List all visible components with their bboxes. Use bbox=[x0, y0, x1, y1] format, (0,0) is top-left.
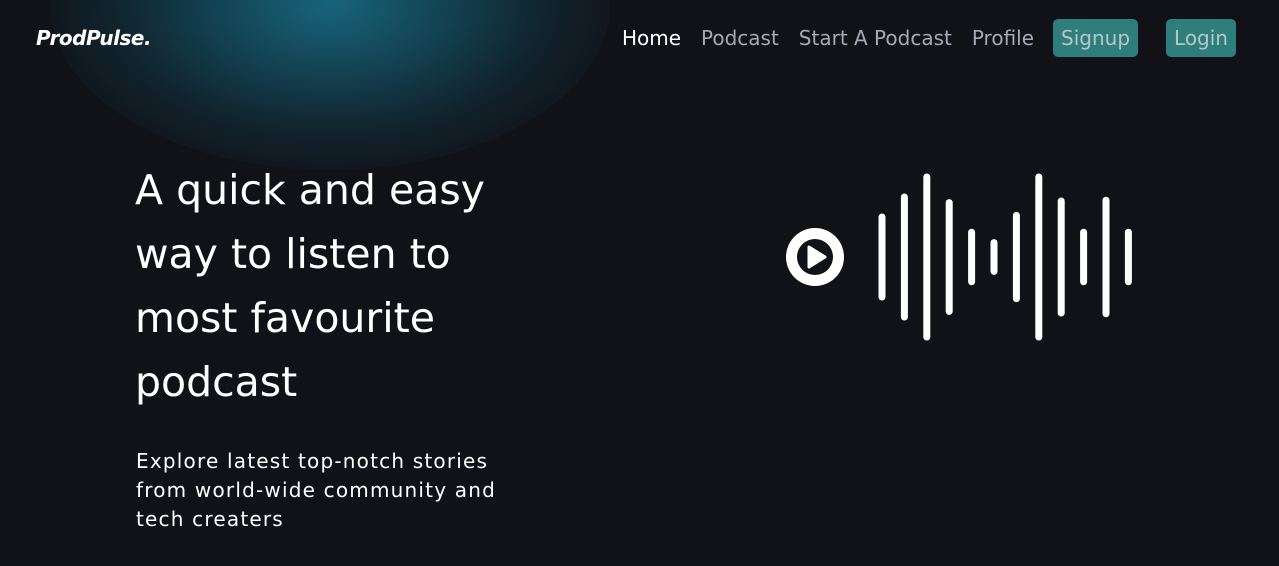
signup-button[interactable]: Signup bbox=[1053, 19, 1139, 57]
audio-graphic bbox=[786, 173, 1132, 341]
nav-profile-link[interactable]: Profile bbox=[972, 26, 1034, 50]
sound-wave-icon bbox=[878, 173, 1132, 341]
brand-logo[interactable]: ProdPulse. bbox=[36, 26, 152, 50]
nav-links: Home Podcast Start A Podcast Profile Sig… bbox=[602, 19, 1236, 57]
login-button[interactable]: Login bbox=[1166, 19, 1236, 57]
nav-podcast-link[interactable]: Podcast bbox=[701, 26, 779, 50]
hero-subtitle: Explore latest top-notch stories from wo… bbox=[136, 449, 497, 531]
play-icon[interactable] bbox=[786, 228, 844, 286]
nav-home-link[interactable]: Home bbox=[622, 26, 681, 50]
hero-title: A quick and easy way to listen to most f… bbox=[135, 166, 485, 406]
nav-start-podcast-link[interactable]: Start A Podcast bbox=[799, 26, 952, 50]
navbar: ProdPulse. Home Podcast Start A Podcast … bbox=[0, 0, 1279, 78]
